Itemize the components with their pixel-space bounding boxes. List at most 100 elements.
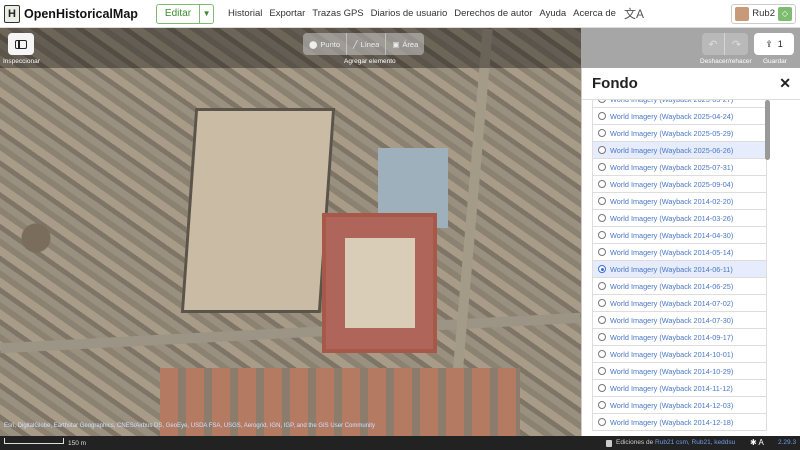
imagery-option[interactable]: World Imagery (Wayback 2014-06-11) [592, 261, 767, 278]
user-menu[interactable]: Rub2 ◇ [731, 3, 796, 24]
imagery-option[interactable]: World Imagery (Wayback 2025-05-29) [592, 125, 767, 142]
imagery-attribution[interactable]: Esri, DigitalGlobe, Earthstar Geographic… [4, 423, 375, 429]
nav-link[interactable]: Derechos de autor [454, 8, 532, 19]
pane-header: Fondo ✕ [582, 68, 800, 100]
imagery-option[interactable]: World Imagery (Wayback 2014-09-17) [592, 329, 767, 346]
edit-group: Editar ▼ [155, 3, 215, 24]
map-plaza [180, 108, 336, 313]
nav-link[interactable]: Ayuda [539, 8, 566, 19]
radio-icon[interactable] [598, 350, 606, 358]
nav-link[interactable]: Diarios de usuario [371, 8, 448, 19]
redo-button[interactable]: ↷ [725, 33, 748, 55]
imagery-option-label: World Imagery (Wayback 2014-07-30) [610, 315, 734, 325]
edits-attribution: Ediciones de Rub21 csm, Rub21, keddsu [616, 439, 735, 446]
radio-icon[interactable] [598, 163, 606, 171]
nav-link[interactable]: Historial [228, 8, 262, 19]
close-icon[interactable]: ✕ [779, 75, 791, 92]
info-icon[interactable] [606, 440, 612, 447]
imagery-option-label: World Imagery (Wayback 2014-10-01) [610, 349, 734, 359]
radio-icon[interactable] [598, 197, 606, 205]
imagery-option[interactable]: World Imagery (Wayback 2014-10-29) [592, 363, 767, 380]
imagery-option-label: World Imagery (Wayback 2014-07-02) [610, 298, 734, 308]
imagery-option-label: World Imagery (Wayback 2025-09-04) [610, 179, 734, 189]
undo-button[interactable]: ↶ [702, 33, 725, 55]
inspect-button[interactable] [8, 33, 34, 55]
radio-icon[interactable] [598, 214, 606, 222]
sidebar-toggle-icon [15, 39, 27, 49]
imagery-option[interactable]: World Imagery (Wayback 2025-09-04) [592, 176, 767, 193]
radio-icon[interactable] [598, 248, 606, 256]
imagery-option-label: World Imagery (Wayback 2014-12-03) [610, 400, 734, 410]
pane-title: Fondo [592, 75, 638, 92]
imagery-option[interactable]: World Imagery (Wayback 2014-12-18) [592, 414, 767, 431]
radio-icon[interactable] [598, 333, 606, 341]
add-mode-group: ⬤ Punto ╱ Línea ▣ Área [303, 33, 425, 55]
radio-icon[interactable] [598, 401, 606, 409]
map-canvas[interactable] [0, 28, 581, 436]
radio-icon[interactable] [598, 367, 606, 375]
imagery-option[interactable]: World Imagery (Wayback 2025-07-31) [592, 159, 767, 176]
inspect-label: Inspeccionar [3, 58, 40, 65]
undo-redo-group: ↶ ↷ [702, 33, 748, 55]
imagery-option[interactable]: World Imagery (Wayback 2014-05-14) [592, 244, 767, 261]
imagery-option-label: World Imagery (Wayback 2025-07-31) [610, 162, 734, 172]
imagery-option[interactable]: World Imagery (Wayback 2014-11-12) [592, 380, 767, 397]
radio-icon[interactable] [598, 112, 606, 120]
imagery-option[interactable]: World Imagery (Wayback 2014-03-26) [592, 210, 767, 227]
bug-icon[interactable]: ✱ A [750, 438, 764, 447]
imagery-option[interactable]: World Imagery (Wayback 2014-12-03) [592, 397, 767, 414]
imagery-option[interactable]: World Imagery (Wayback 2025-06-26) [592, 142, 767, 159]
imagery-option[interactable]: World Imagery (Wayback 2014-07-02) [592, 295, 767, 312]
imagery-option[interactable]: World Imagery (Wayback 2014-02-20) [592, 193, 767, 210]
site-logo[interactable]: H OpenHistoricalMap [4, 4, 138, 23]
edits-users[interactable]: Rub21 csm, Rub21, keddsu [655, 439, 735, 446]
version-label[interactable]: 2.29.3 [778, 439, 796, 446]
point-icon: ⬤ [309, 39, 318, 49]
radio-icon[interactable] [598, 231, 606, 239]
imagery-option[interactable]: World Imagery (Wayback 2014-10-01) [592, 346, 767, 363]
radio-icon[interactable] [598, 316, 606, 324]
language-icon[interactable]: 文A [624, 5, 644, 22]
imagery-option-label: World Imagery (Wayback 2025-04-24) [610, 111, 734, 121]
imagery-option[interactable]: World Imagery (Wayback 2014-06-25) [592, 278, 767, 295]
nav-link[interactable]: Trazas GPS [312, 8, 363, 19]
imagery-option-label: World Imagery (Wayback 2014-12-18) [610, 417, 734, 427]
line-icon: ╱ [353, 39, 358, 49]
area-icon: ▣ [392, 39, 400, 49]
imagery-option-label: World Imagery (Wayback 2014-02-20) [610, 196, 734, 206]
imagery-option[interactable]: World Imagery (Wayback 2014-04-30) [592, 227, 767, 244]
imagery-list: World Imagery (Wayback 2025-03-27) World … [592, 100, 767, 436]
radio-icon[interactable] [598, 129, 606, 137]
edit-dropdown-caret-icon[interactable]: ▼ [200, 3, 215, 24]
edits-prefix: Ediciones de [616, 439, 654, 446]
imagery-option-label: World Imagery (Wayback 2025-05-29) [610, 128, 734, 138]
nav-link[interactable]: Exportar [269, 8, 305, 19]
radio-icon[interactable] [598, 282, 606, 290]
app-title[interactable]: OpenHistoricalMap [24, 7, 138, 21]
imagery-option[interactable]: World Imagery (Wayback 2014-07-30) [592, 312, 767, 329]
imagery-option-label: World Imagery (Wayback 2025-06-26) [610, 145, 734, 155]
user-badge-icon: ◇ [778, 6, 792, 21]
radio-icon[interactable] [598, 180, 606, 188]
add-line-button[interactable]: ╱ Línea [347, 33, 387, 55]
imagery-option-label: World Imagery (Wayback 2014-04-30) [610, 230, 734, 240]
imagery-option[interactable]: World Imagery (Wayback 2025-04-24) [592, 108, 767, 125]
edit-button[interactable]: Editar [155, 3, 201, 24]
scale-bar[interactable] [4, 438, 64, 444]
save-button[interactable]: ⇪ 1 [754, 33, 794, 55]
nav-link[interactable]: Acerca de [573, 8, 616, 19]
radio-icon[interactable] [598, 384, 606, 392]
radio-icon[interactable] [598, 146, 606, 154]
radio-icon[interactable] [598, 299, 606, 307]
pane-scrollbar[interactable] [765, 100, 770, 160]
save-count: 1 [777, 39, 783, 49]
radio-icon[interactable] [598, 100, 606, 103]
save-label: Guardar [763, 58, 787, 65]
radio-icon[interactable] [598, 265, 606, 273]
add-point-button[interactable]: ⬤ Punto [303, 33, 348, 55]
add-area-button[interactable]: ▣ Área [386, 33, 425, 55]
imagery-option[interactable]: World Imagery (Wayback 2025-03-27) [592, 100, 767, 108]
radio-icon[interactable] [598, 418, 606, 426]
add-feature-label: Agregar elemento [344, 58, 396, 65]
nav-links: Historial Exportar Trazas GPS Diarios de us… [228, 8, 616, 19]
